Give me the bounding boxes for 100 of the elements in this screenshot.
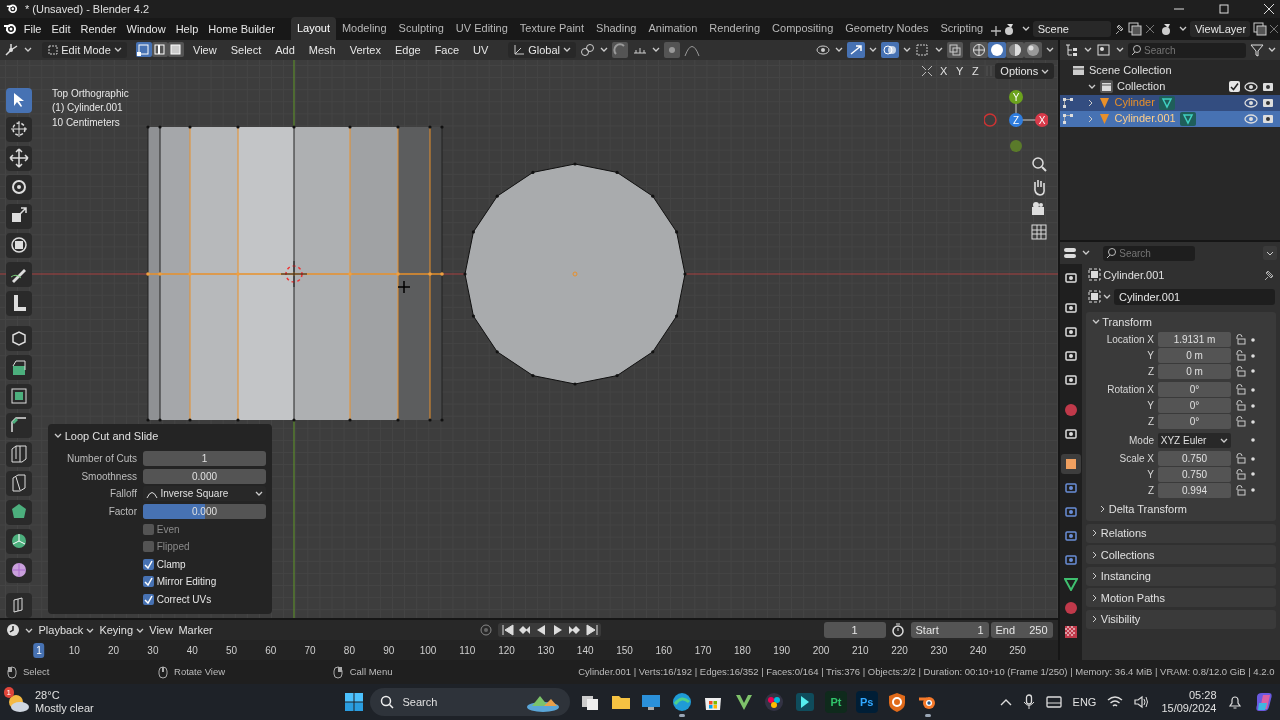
menu-item[interactable]: UV (468, 41, 494, 59)
frame-number[interactable]: 30 (144, 643, 162, 659)
menu-item[interactable]: Marker (178, 621, 213, 639)
panel-header[interactable]: Transform (1086, 311, 1276, 332)
scene-field[interactable]: Scene (1032, 20, 1111, 37)
panel-header[interactable]: Instancing (1086, 566, 1276, 586)
workspace-tab[interactable]: Animation (642, 17, 704, 40)
start-frame-field[interactable]: Start 1 (910, 622, 989, 639)
frame-number[interactable]: 10 (65, 643, 83, 659)
current-frame-field[interactable]: 1 (823, 622, 886, 639)
frame-number[interactable]: 100 (416, 643, 440, 659)
menu-item[interactable]: Playback (38, 621, 94, 639)
frame-number[interactable]: 50 (222, 643, 241, 659)
number-field[interactable]: 0.000 (143, 468, 266, 484)
number-field[interactable]: 0° (1158, 382, 1231, 398)
frame-number[interactable]: 80 (340, 643, 358, 659)
frame-number[interactable]: 230 (927, 643, 951, 659)
workspace-tab[interactable]: Sculpting (392, 17, 450, 40)
checkbox-label[interactable]: Flipped (156, 539, 190, 555)
panel-header[interactable]: Collections (1086, 545, 1276, 565)
menu-item[interactable]: Keying (99, 621, 144, 639)
subpanel-header[interactable]: Delta Transform (1086, 500, 1276, 517)
panel-header[interactable]: Relations (1086, 523, 1276, 543)
workspace-tab[interactable]: Texture Paint (513, 17, 591, 40)
frame-number[interactable]: 170 (691, 643, 715, 659)
number-field[interactable]: 1 (143, 451, 266, 467)
frame-number[interactable]: 150 (613, 643, 636, 659)
number-field[interactable]: 0 m (1158, 363, 1231, 379)
workspace-tab[interactable]: Scripting (934, 17, 990, 40)
frame-number[interactable]: 70 (301, 643, 319, 659)
name-field[interactable]: Cylinder.001 (1114, 288, 1275, 305)
orientation-dropdown[interactable]: Global (508, 41, 576, 58)
menu-item[interactable]: Edit (46, 20, 76, 38)
taskbar-search[interactable]: Search (370, 688, 571, 717)
menu-item[interactable]: View (188, 41, 222, 59)
checkbox-label[interactable]: Correct UVs (156, 592, 212, 607)
menu-item[interactable]: Vertex (344, 41, 386, 59)
workspace-tab[interactable]: Compositing (766, 17, 840, 40)
frame-number[interactable]: 1 (33, 643, 45, 659)
view-layer-field[interactable]: ViewLayer (1189, 20, 1250, 37)
axis-toggle[interactable]: Y (953, 62, 967, 80)
number-field[interactable]: 0.994 (1158, 482, 1231, 498)
menu-item[interactable]: Face (429, 41, 465, 59)
frame-number[interactable]: 190 (770, 643, 794, 659)
falloff-dropdown[interactable]: Inverse Square (143, 486, 266, 502)
search-field[interactable]: Search (1103, 245, 1196, 261)
outliner-item[interactable]: Collection (1060, 78, 1280, 95)
menu-item[interactable]: Select (225, 41, 267, 59)
workspace-tab[interactable]: Modeling (335, 17, 393, 40)
frame-number[interactable]: 220 (888, 643, 911, 659)
clock-time[interactable]: 05:28 (1188, 689, 1217, 703)
frame-number[interactable]: 20 (105, 643, 123, 659)
frame-number[interactable]: 120 (495, 643, 518, 659)
menu-item[interactable]: Home Builder (203, 20, 280, 38)
menu-item[interactable]: Window (121, 20, 171, 38)
workspace-tab[interactable]: Layout (290, 17, 336, 40)
navigation-gizmo[interactable]: Y Z X (984, 87, 1048, 152)
frame-number[interactable]: 110 (456, 643, 479, 659)
workspace-tab[interactable]: Shading (590, 17, 643, 40)
frame-number[interactable]: 200 (809, 643, 833, 659)
frame-number[interactable]: 60 (262, 643, 280, 659)
menu-item[interactable]: File (18, 20, 47, 38)
number-field[interactable]: 0.750 (1158, 466, 1231, 482)
checkbox-label[interactable]: Even (156, 521, 180, 537)
panel-header[interactable]: Visibility (1086, 609, 1276, 629)
workspace-tab[interactable]: Rendering (703, 17, 767, 40)
number-field[interactable]: 1.9131 m (1158, 332, 1231, 348)
frame-number[interactable]: 250 (1006, 643, 1029, 659)
checkbox-label[interactable]: Clamp (156, 556, 186, 572)
language-indicator[interactable]: ENG (1072, 693, 1097, 711)
frame-number[interactable]: 160 (652, 643, 676, 659)
menu-item[interactable]: Mesh (303, 41, 341, 59)
frame-number[interactable]: 130 (534, 643, 558, 659)
menu-item[interactable]: Help (170, 20, 204, 38)
workspace-tab[interactable]: Geometry Nodes (839, 17, 935, 40)
outliner-item[interactable]: Scene Collection (1060, 62, 1280, 79)
search-field[interactable]: Search (1128, 42, 1246, 58)
frame-number[interactable]: 40 (183, 643, 201, 659)
axis-toggle[interactable]: Z (969, 62, 982, 80)
axis-toggle[interactable]: X (936, 62, 951, 80)
frame-number[interactable]: 140 (573, 643, 597, 659)
frame-number[interactable]: 90 (380, 643, 398, 659)
end-frame-field[interactable]: End 250 (990, 622, 1053, 639)
number-field[interactable]: 0 m (1158, 348, 1231, 364)
menu-item[interactable]: Add (270, 41, 300, 59)
mode-dropdown[interactable]: Edit Mode (41, 41, 127, 58)
menu-item[interactable]: View (149, 621, 173, 639)
workspace-tab[interactable]: UV Editing (449, 17, 514, 40)
menu-item[interactable]: Render (75, 20, 122, 38)
frame-number[interactable]: 240 (966, 643, 990, 659)
number-field[interactable]: 0° (1158, 414, 1231, 430)
frame-number[interactable]: 180 (731, 643, 754, 659)
panel-header[interactable]: Motion Paths (1086, 588, 1276, 608)
operator-panel-header[interactable]: Loop Cut and Slide (54, 427, 266, 445)
number-field[interactable]: 0.750 (1158, 451, 1231, 467)
checkbox-label[interactable]: Mirror Editing (156, 574, 217, 590)
options-dropdown[interactable]: Options (995, 63, 1054, 80)
clock-date[interactable]: 15/09/2024 (1161, 702, 1217, 716)
menu-item[interactable]: Edge (389, 41, 426, 59)
frame-number[interactable]: 210 (848, 643, 872, 659)
